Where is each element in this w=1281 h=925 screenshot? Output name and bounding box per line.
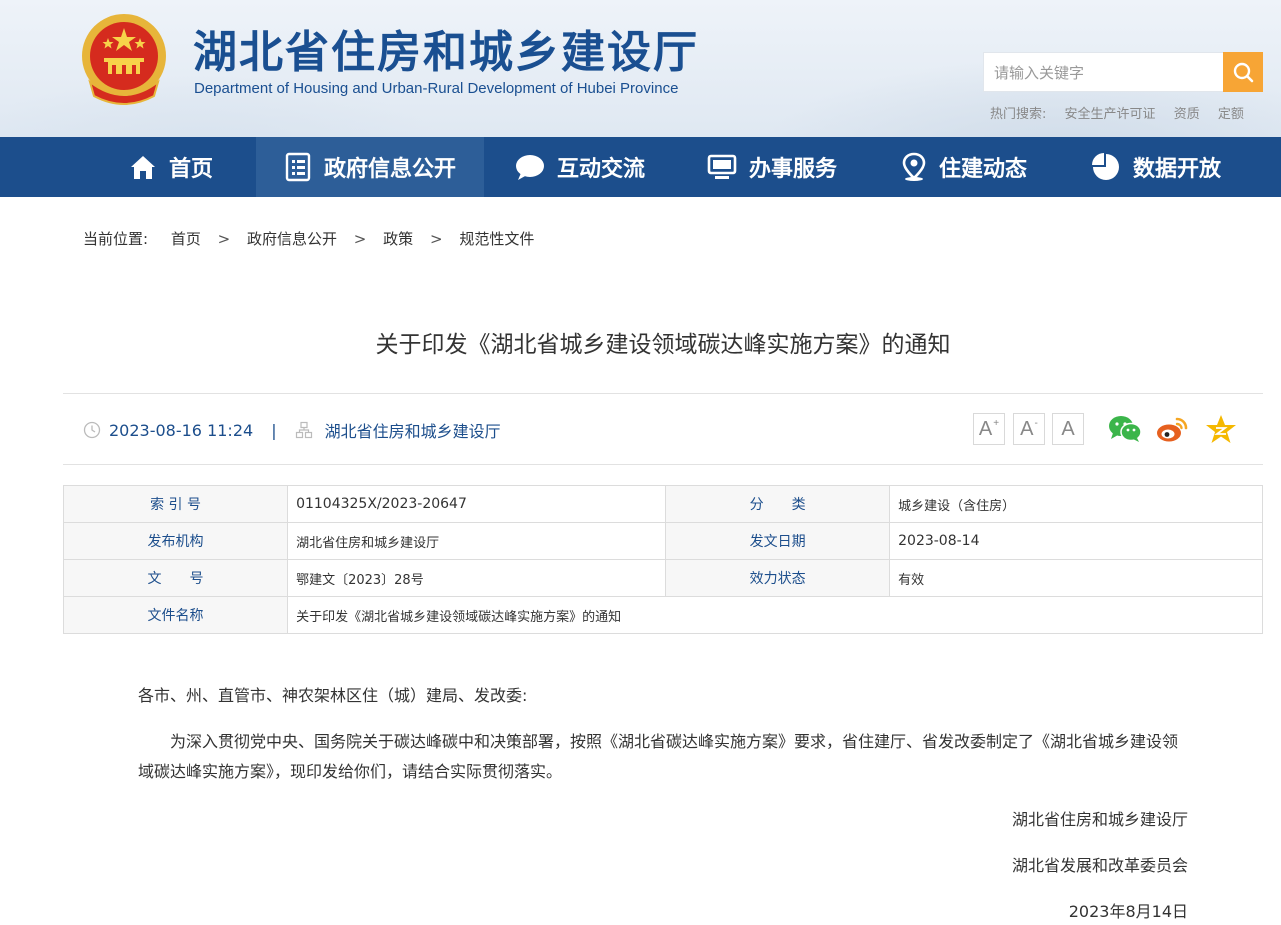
nav-item-label: 互动交流 (556, 157, 645, 182)
font-size-decrease-button[interactable]: A- (1013, 413, 1045, 445)
hot-search-link[interactable]: 定额 (1218, 107, 1244, 122)
signature-development-commission: 湖北省发展和改革委员会 (1011, 856, 1188, 875)
index-number-label: 索 引 号 (62, 485, 289, 523)
category-label: 分 类 (665, 485, 891, 523)
organization-icon (295, 421, 312, 439)
search-button[interactable] (1223, 52, 1263, 92)
monitor-icon (707, 154, 737, 179)
document-list-icon (285, 152, 311, 182)
article-title: 关于印发《湖北省城乡建设领域碳达峰实施方案》的通知 (375, 332, 951, 358)
font-size-increase-button[interactable]: A + (973, 413, 1005, 445)
nav-item-interaction[interactable]: 互动交流 (484, 137, 676, 197)
breadcrumb-prefix: 当前位置: (83, 230, 149, 248)
nav-item-label: 住建动态 (938, 157, 1027, 182)
publish-time: 2023-08-16 11:24 (109, 420, 254, 440)
table-row: 文 号 鄂建文〔2023〕28号 效力状态 有效 (62, 559, 1263, 597)
table-row: 文件名称 关于印发《湖北省城乡建设领域碳达峰实施方案》的通知 (62, 596, 1263, 634)
nav-item-open-data[interactable]: 数据开放 (1060, 137, 1252, 197)
font-size-small-label: A (1020, 417, 1034, 440)
breadcrumb: 当前位置: 首页 > 政府信息公开 > 政策 > 规范性文件 (83, 228, 534, 249)
nav-item-gov-info[interactable]: 政府信息公开 (256, 137, 484, 197)
validity-status-label: 效力状态 (665, 559, 891, 597)
article-source[interactable]: 湖北省住房和城乡建设厅 (325, 418, 501, 442)
site-title[interactable]: 湖北省住房和城乡建设厅 (193, 16, 699, 80)
category-value: 城乡建设（含住房） (889, 485, 1263, 523)
document-name-label: 文件名称 (62, 596, 289, 634)
clock-icon (83, 421, 101, 439)
site-subtitle-english: Department of Housing and Urban-Rural De… (194, 80, 679, 97)
breadcrumb-link-policy[interactable]: 政策 (383, 230, 413, 248)
divider (63, 464, 1263, 465)
article-meta: 2023-08-16 11:24 | 湖北省住房和城乡建设厅 (83, 418, 501, 442)
nav-item-label: 首页 (168, 157, 213, 182)
share-wechat-button[interactable] (1108, 413, 1142, 445)
nav-item-label: 办事服务 (748, 157, 837, 182)
document-number-value: 鄂建文〔2023〕28号 (287, 559, 667, 597)
chat-bubble-icon (515, 155, 544, 180)
signature-date: 2023年8月14日 (1068, 902, 1188, 921)
weibo-icon (1157, 417, 1188, 442)
search-icon (1233, 62, 1254, 83)
font-size-default-label: A (1061, 417, 1075, 440)
breadcrumb-link-home[interactable]: 首页 (171, 230, 201, 248)
breadcrumb-link-normative-docs[interactable]: 规范性文件 (459, 230, 534, 248)
body-paragraph: 为深入贯彻党中央、国务院关于碳达峰碳中和决策部署，按照《湖北省碳达峰实施方案》要… (138, 732, 1179, 781)
issuer-label: 发布机构 (62, 522, 289, 560)
validity-status-value: 有效 (889, 559, 1263, 597)
table-row: 索 引 号 01104325X/2023-20647 分 类 城乡建设（含住房） (62, 485, 1263, 523)
wechat-icon (1109, 416, 1142, 442)
font-size-reset-button[interactable]: A (1052, 413, 1084, 445)
divider (63, 393, 1263, 394)
main-nav: 首页 政府信息公开 互动交流 办事服务 住建动态 数据开放 (0, 137, 1281, 197)
national-emblem-icon[interactable] (80, 12, 168, 106)
home-icon (130, 156, 155, 179)
hot-search-link[interactable]: 安全生产许可证 (1065, 107, 1156, 122)
document-number-label: 文 号 (62, 559, 289, 597)
document-info-table: 索 引 号 01104325X/2023-20647 分 类 城乡建设（含住房）… (62, 485, 1263, 634)
share-weibo-button[interactable] (1155, 413, 1189, 445)
nav-item-home[interactable]: 首页 (86, 137, 256, 197)
site-header: 湖北省住房和城乡建设厅 Department of Housing and Ur… (0, 0, 1281, 137)
index-number-value: 01104325X/2023-20647 (287, 485, 667, 523)
search-input[interactable]: 请输入关键字 (983, 52, 1223, 92)
favorite-button[interactable] (1204, 413, 1238, 445)
breadcrumb-separator: > (217, 230, 231, 248)
font-size-large-label: A (978, 417, 993, 440)
document-name-value: 关于印发《湖北省城乡建设领域碳达峰实施方案》的通知 (287, 596, 1263, 634)
signature-housing-dept: 湖北省住房和城乡建设厅 (1011, 810, 1188, 829)
issuer-value: 湖北省住房和城乡建设厅 (287, 522, 667, 560)
star-favorite-icon (1206, 415, 1236, 443)
location-pin-icon (902, 152, 926, 181)
hot-search-bar: 热门搜索: 安全生产许可证 资质 定额 (990, 103, 1258, 122)
nav-item-services[interactable]: 办事服务 (676, 137, 868, 197)
pie-chart-icon (1091, 153, 1119, 180)
issue-date-label: 发文日期 (665, 522, 891, 560)
hot-search-link[interactable]: 资质 (1174, 107, 1200, 122)
minus-icon: - (1034, 417, 1038, 429)
breadcrumb-link-gov-info[interactable]: 政府信息公开 (247, 230, 337, 248)
nav-item-label: 政府信息公开 (323, 157, 456, 182)
plus-icon: + (993, 417, 1000, 429)
table-row: 发布机构 湖北省住房和城乡建设厅 发文日期 2023-08-14 (62, 522, 1263, 560)
hot-search-label: 热门搜索: (990, 107, 1047, 122)
nav-item-label: 数据开放 (1132, 157, 1221, 182)
breadcrumb-separator: > (353, 230, 367, 248)
body-greeting: 各市、州、直管市、神农架林区住（城）建局、发改委: (138, 686, 528, 705)
breadcrumb-separator: > (429, 230, 443, 248)
meta-separator: | (271, 420, 277, 440)
issue-date-value: 2023-08-14 (889, 522, 1263, 560)
nav-item-news[interactable]: 住建动态 (868, 137, 1060, 197)
